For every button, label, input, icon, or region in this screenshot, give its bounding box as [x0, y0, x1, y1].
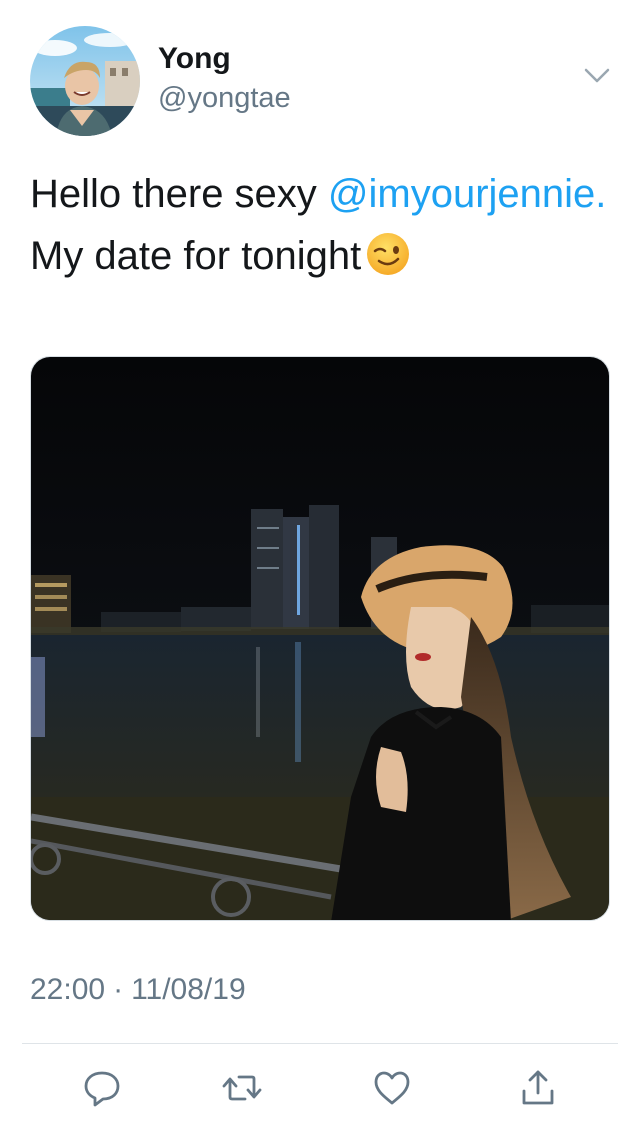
share-upload-icon — [522, 1070, 554, 1105]
tweet-detail: Yong @yongtae Hello there sexy @imyourje… — [0, 0, 640, 1133]
tweet-date: 11/08/19 — [131, 973, 246, 1006]
tweet-photo[interactable] — [30, 356, 610, 921]
winking-face-emoji-icon — [365, 231, 411, 277]
retweet-arrows-icon — [222, 1075, 262, 1101]
retweet-button[interactable] — [218, 1064, 266, 1112]
night-river-photo — [31, 357, 609, 920]
tweet-text-end: My date for tonight — [30, 234, 362, 278]
like-button[interactable] — [368, 1064, 416, 1112]
tweet-text: Hello there sexy @imyourjennie. My date … — [30, 163, 610, 287]
timestamp: 22:00 · 11/08/19 — [30, 973, 246, 1007]
share-button[interactable] — [514, 1064, 562, 1112]
tweet-time: 22:00 — [30, 973, 106, 1006]
avatar[interactable] — [30, 26, 140, 136]
profile-photo-icon — [30, 26, 140, 136]
divider — [22, 1043, 618, 1044]
chevron-down-icon[interactable] — [580, 64, 614, 88]
separator: · — [113, 973, 124, 1006]
mention-link[interactable]: @imyourjennie. — [328, 172, 607, 216]
user-handle[interactable]: @yongtae — [158, 82, 291, 115]
speech-bubble-icon — [84, 1071, 120, 1107]
heart-icon — [374, 1071, 410, 1105]
reply-button[interactable] — [78, 1064, 126, 1112]
display-name[interactable]: Yong — [158, 42, 231, 76]
tweet-text-start: Hello there sexy — [30, 172, 328, 216]
